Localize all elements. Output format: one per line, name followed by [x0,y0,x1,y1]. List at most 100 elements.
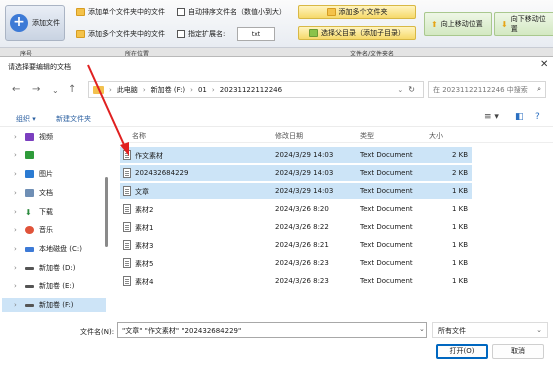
sidebar-item-label: 新加卷 (D:) [39,264,76,272]
sidebar-item-spreadsheet[interactable]: › [14,151,39,159]
up-icon[interactable]: ↑ [68,84,76,95]
breadcrumb-sep: › [211,85,215,94]
file-size: 2 KB [452,169,469,177]
app-toolbar: + 添加文件 添加单个文件夹中的文件 添加多个文件夹中的文件 自动排序文件名（数… [0,0,553,48]
sidebar-item-drive-e[interactable]: › 新加卷 (E:) [14,281,74,291]
file-size: 1 KB [452,277,469,285]
close-icon[interactable]: ✕ [540,59,548,70]
drive-icon [25,266,34,270]
add-multi-folder-files-label: 添加多个文件夹中的文件 [88,30,165,38]
sidebar-item-label: 本地磁盘 (C:) [39,245,82,253]
filename-label: 文件名(N): [80,328,115,336]
sidebar-item-pictures[interactable]: › 图片 [14,169,53,179]
search-input[interactable]: 在 20231122112246 中搜索 ⌕ [428,81,546,98]
file-type: Text Document [360,241,413,249]
file-type: Text Document [360,259,413,267]
sidebar-item-drive-c[interactable]: › 本地磁盘 (C:) [14,244,82,254]
sidebar-item-music[interactable]: › 音乐 [14,225,53,235]
column-date[interactable]: 修改日期 [275,131,303,141]
download-icon: ⬇ [25,207,32,217]
select-parent-dir-button[interactable]: 选择父目录（添加子目录） [298,26,416,40]
file-row[interactable]: 素材1 2024/3/26 8:22 Text Document 1 KB [120,219,472,235]
open-button[interactable]: 打开(O) [436,344,488,359]
view-menu-icon[interactable]: ≡ ▾ [484,112,499,122]
file-row[interactable]: 素材3 2024/3/26 8:21 Text Document 1 KB [120,237,472,253]
breadcrumb-item[interactable]: 新加卷 (F:) [151,85,186,95]
file-row[interactable]: 素材5 2024/3/26 8:23 Text Document 1 KB [120,255,472,271]
back-icon[interactable]: ← [12,84,20,95]
column-size[interactable]: 大小 [429,131,443,141]
breadcrumb-item[interactable]: 01 [198,86,207,94]
expand-icon: › [14,301,17,309]
chevron-down-icon[interactable]: ⌄ [52,86,59,95]
file-row[interactable]: 素材4 2024/3/26 8:23 Text Document 1 KB [120,273,472,289]
expand-icon: › [14,133,17,141]
file-type: Text Document [360,277,413,285]
specify-ext-checkbox[interactable]: 指定扩展名: [177,29,225,39]
text-file-icon [123,186,131,196]
text-file-icon [123,258,131,268]
expand-icon: › [14,245,17,253]
file-date: 2024/3/26 8:21 [275,241,329,249]
file-type: Text Document [360,151,413,159]
drive-icon [25,246,34,252]
chevron-down-icon[interactable]: ⌄ [397,86,403,94]
sidebar-item-downloads[interactable]: › ⬇ 下载 [14,207,53,217]
file-open-dialog: 请选择要编辑的文档 ✕ ← → ⌄ ↑ › 此电脑 › 新加卷 (F:) › 0… [0,56,553,365]
filetype-select[interactable]: 所有文件 ⌄ [432,322,548,338]
sidebar-item-label: 新加卷 (E:) [39,282,75,290]
drive-icon [25,303,34,307]
auto-sort-checkbox[interactable]: 自动排序文件名（数值小到大） [177,7,286,17]
column-type[interactable]: 类型 [360,131,374,141]
sidebar-item-videos[interactable]: › 视频 [14,132,53,142]
add-multi-folder-files-button[interactable]: 添加多个文件夹中的文件 [76,29,165,39]
help-icon[interactable]: ? [535,112,540,122]
extension-input[interactable]: txt [237,27,275,41]
cancel-button[interactable]: 取消 [492,344,544,359]
folder-icon [326,8,336,16]
file-date: 2024/3/26 8:23 [275,259,329,267]
arrow-down-icon: ⬇ [501,19,508,29]
expand-icon: › [14,208,17,216]
move-down-label: 向下移动位置 [510,15,546,33]
filename-input[interactable]: "文章" "作文素材" "202432684229" [117,322,427,338]
file-date: 2024/3/26 8:23 [275,277,329,285]
file-row[interactable]: 文章 2024/3/29 14:03 Text Document 1 KB [120,183,472,199]
sidebar-item-drive-f[interactable]: › 新加卷 (F:) [2,298,106,312]
add-multiple-folders-button[interactable]: 添加多个文件夹 [298,5,416,19]
select-parent-dir-label: 选择父目录（添加子目录） [321,29,405,37]
file-list-header: 名称 修改日期 类型 大小 [120,127,553,143]
sidebar-item-label: 视频 [39,133,53,141]
move-up-button[interactable]: ⬆ 向上移动位置 [424,12,492,36]
file-size: 1 KB [452,187,469,195]
sidebar-item-documents[interactable]: › 文档 [14,188,53,198]
add-file-button[interactable]: + 添加文件 [5,5,65,41]
spreadsheet-icon [25,151,34,159]
expand-icon: › [14,170,17,178]
organize-button[interactable]: 组织 ▾ [16,114,36,124]
file-row[interactable]: 作文素材 2024/3/29 14:03 Text Document 2 KB [120,147,472,163]
sidebar-item-label: 文档 [39,189,53,197]
sidebar-item-drive-d[interactable]: › 新加卷 (D:) [14,263,75,273]
pictures-icon [25,170,34,178]
add-single-folder-button[interactable]: 添加单个文件夹中的文件 [76,7,165,17]
preview-pane-icon[interactable]: ◧ [515,112,524,122]
file-row[interactable]: 202432684229 2024/3/29 14:03 Text Docume… [120,165,472,181]
file-size: 2 KB [452,151,469,159]
sidebar-scrollbar[interactable] [105,177,108,247]
refresh-icon[interactable]: ↻ [408,85,415,94]
expand-icon: › [14,151,17,159]
breadcrumb-item[interactable]: 20231122112246 [220,86,282,94]
file-size: 1 KB [452,259,469,267]
breadcrumb-sep: › [142,85,146,94]
chevron-down-icon[interactable]: ⌄ [419,325,425,333]
forward-icon[interactable]: → [32,84,40,95]
breadcrumb-sep: › [190,85,193,94]
file-type: Text Document [360,187,413,195]
move-down-button[interactable]: ⬇ 向下移动位置 [494,12,553,36]
expand-icon: › [14,282,17,290]
file-row[interactable]: 素材2 2024/3/26 8:20 Text Document 1 KB [120,201,472,217]
folder-tree-icon [309,29,318,37]
dialog-title: 请选择要编辑的文档 [8,63,71,71]
address-bar[interactable]: › 此电脑 › 新加卷 (F:) › 01 › 20231122112246 ⌄… [88,81,424,98]
